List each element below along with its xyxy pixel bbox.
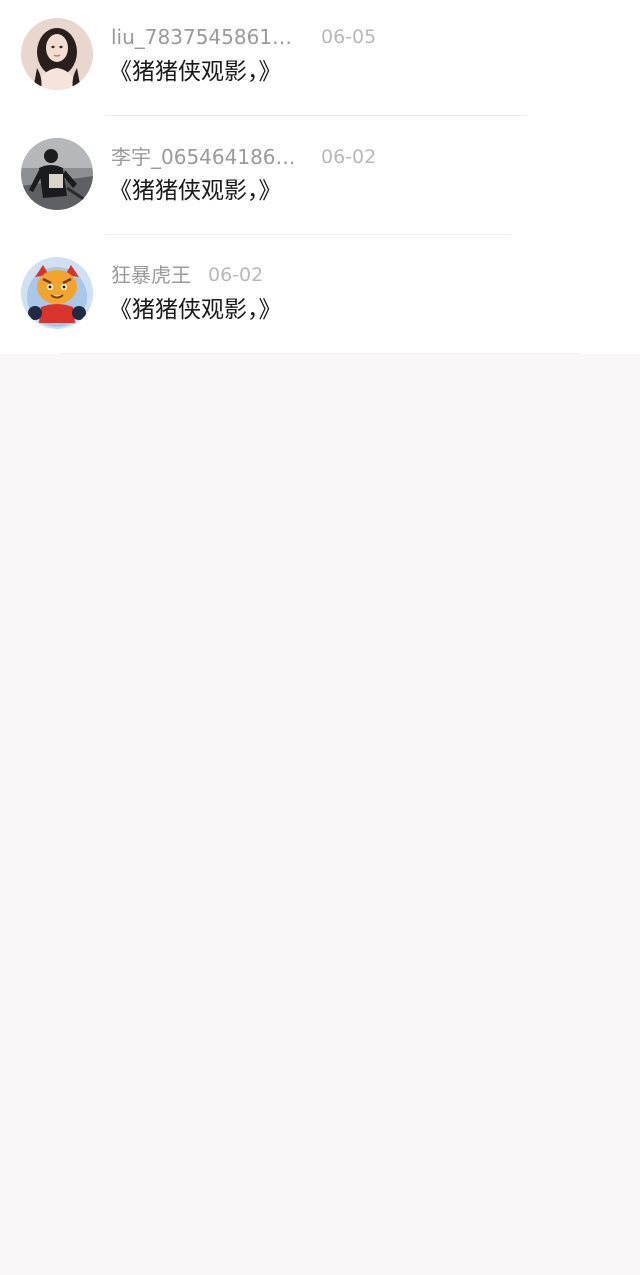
cartoon-tiger-avatar-icon[interactable]	[21, 257, 93, 329]
username[interactable]: liu_783754586106...	[111, 24, 301, 50]
divider	[105, 234, 511, 235]
comment-date: 06-02	[208, 264, 264, 286]
comment-list: liu_783754586106... 06-05 《猪猪侠观影，》 李宇_065…	[0, 0, 640, 354]
comment-meta: 李宇_0654641864... 06-02	[111, 144, 376, 170]
comment-meta: liu_783754586106... 06-05	[111, 24, 376, 50]
comment-date: 06-02	[321, 146, 377, 168]
comment-item[interactable]: 狂暴虎王 06-02 《猪猪侠观影，》	[0, 238, 640, 357]
comment-date: 06-05	[321, 26, 377, 48]
username[interactable]: 狂暴虎王	[111, 262, 191, 288]
divider	[105, 115, 527, 116]
empty-content-area	[0, 354, 640, 1275]
comment-meta: 狂暴虎王 06-02	[111, 262, 263, 288]
comment-text: 《猪猪侠观影，》	[109, 59, 282, 85]
username[interactable]: 李宇_0654641864...	[111, 144, 301, 170]
comment-text: 《猪猪侠观影，》	[109, 297, 282, 323]
comment-text: 《猪猪侠观影，》	[109, 178, 282, 204]
woman-portrait-avatar-icon[interactable]	[21, 18, 93, 90]
comment-item[interactable]: 李宇_0654641864... 06-02 《猪猪侠观影，》	[0, 119, 640, 238]
man-photo-avatar-icon[interactable]	[21, 138, 93, 210]
comment-item[interactable]: liu_783754586106... 06-05 《猪猪侠观影，》	[0, 0, 640, 119]
